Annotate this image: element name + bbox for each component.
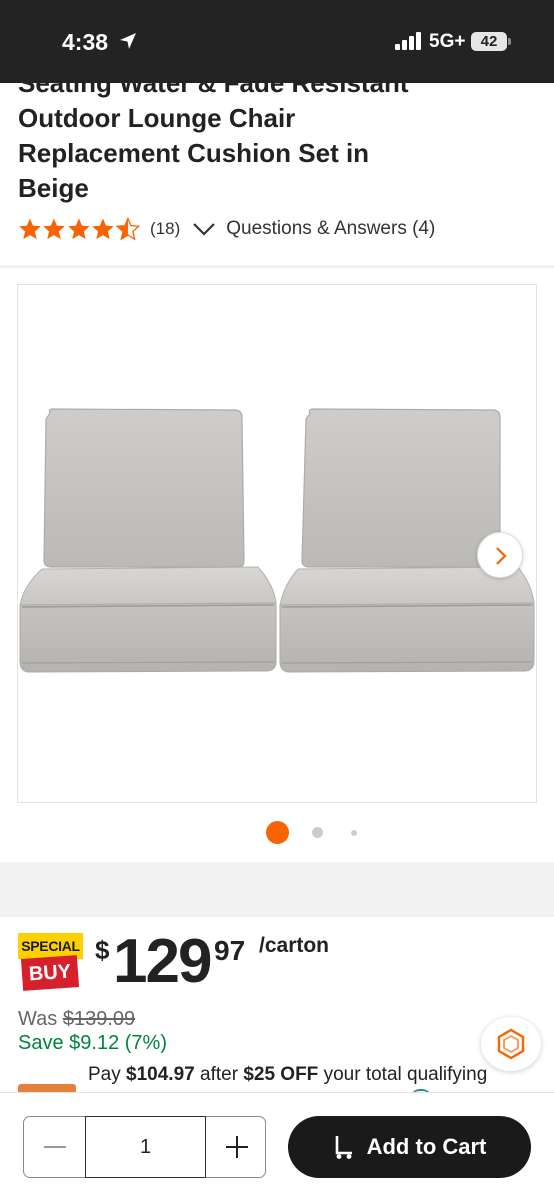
price-unit: /carton: [259, 934, 330, 957]
star-rating[interactable]: [18, 217, 140, 241]
offer-amount: $104.97: [126, 1064, 195, 1085]
title-line: Outdoor Lounge Chair: [18, 103, 296, 133]
network-type: 5G+: [429, 31, 466, 52]
chevron-down-icon[interactable]: [192, 221, 216, 237]
increase-quantity-button[interactable]: [206, 1117, 266, 1177]
minus-icon: [44, 1146, 66, 1148]
bottom-action-bar: Add to Cart: [0, 1092, 554, 1200]
questions-answers-link[interactable]: Questions & Answers (4): [226, 218, 435, 240]
quantity-stepper: [23, 1116, 266, 1178]
title-line: Beige: [18, 173, 89, 203]
title-line: Seating Water & Fade Resistant: [18, 83, 409, 98]
star-full-icon: [68, 218, 90, 240]
rating-row[interactable]: (18) Questions & Answers (4): [18, 217, 435, 241]
offer-discount: $25 OFF: [243, 1064, 319, 1085]
image-gallery: [0, 268, 554, 862]
offer-prefix: Pay: [88, 1064, 121, 1085]
was-price-row: Was $139.09: [18, 1008, 135, 1031]
savings-text: Save $9.12 (7%): [18, 1032, 167, 1054]
credit-offer-text[interactable]: Pay $104.97 after $25 OFF your total qua…: [88, 1064, 487, 1086]
next-image-button[interactable]: [477, 532, 523, 578]
status-bar: 4:38 5G+ 42: [0, 0, 554, 83]
title-line: Replacement Cushion Set in: [18, 138, 370, 168]
location-arrow-icon: [120, 33, 136, 49]
product-image[interactable]: [18, 285, 537, 803]
promo-button[interactable]: [481, 1017, 541, 1071]
pagination-dot[interactable]: [312, 827, 323, 838]
quantity-input[interactable]: [85, 1116, 206, 1178]
hexagon-icon: [497, 1028, 525, 1060]
pagination-dot[interactable]: [351, 830, 357, 836]
badge-buy-label: BUY: [20, 955, 80, 991]
product-header: Seating Water & Fade Resistant Outdoor L…: [0, 83, 554, 265]
product-image-frame[interactable]: [17, 284, 537, 803]
price-whole: 129: [113, 927, 212, 996]
price-currency: $: [95, 935, 110, 965]
cellular-signal-icon: [395, 32, 421, 50]
pagination-dot-active[interactable]: [266, 821, 289, 844]
was-label: Was: [18, 1008, 58, 1030]
plus-icon: [226, 1136, 248, 1158]
price-cents: 97: [214, 935, 246, 966]
star-full-icon: [92, 218, 114, 240]
gallery-pagination: [0, 820, 554, 844]
add-to-cart-button[interactable]: Add to Cart: [288, 1116, 531, 1178]
add-to-cart-label: Add to Cart: [366, 1134, 487, 1159]
offer-middle: after: [200, 1064, 239, 1085]
special-buy-badge: SPECIAL BUY: [18, 933, 83, 993]
review-count[interactable]: (18): [150, 219, 180, 239]
star-full-icon: [19, 218, 41, 240]
battery-icon: 42: [471, 32, 507, 51]
hand-truck-icon: [335, 1136, 352, 1159]
star-full-icon: [43, 218, 66, 240]
decrease-quantity-button[interactable]: [24, 1117, 85, 1177]
star-half-icon: [115, 217, 140, 241]
battery-tip: [508, 38, 511, 45]
offer-suffix: your total qualifying: [323, 1064, 488, 1085]
product-title: Seating Water & Fade Resistant Outdoor L…: [18, 83, 458, 206]
was-price: $139.09: [62, 1008, 136, 1030]
chevron-right-icon: [496, 547, 507, 565]
status-time: 4:38: [62, 29, 109, 55]
